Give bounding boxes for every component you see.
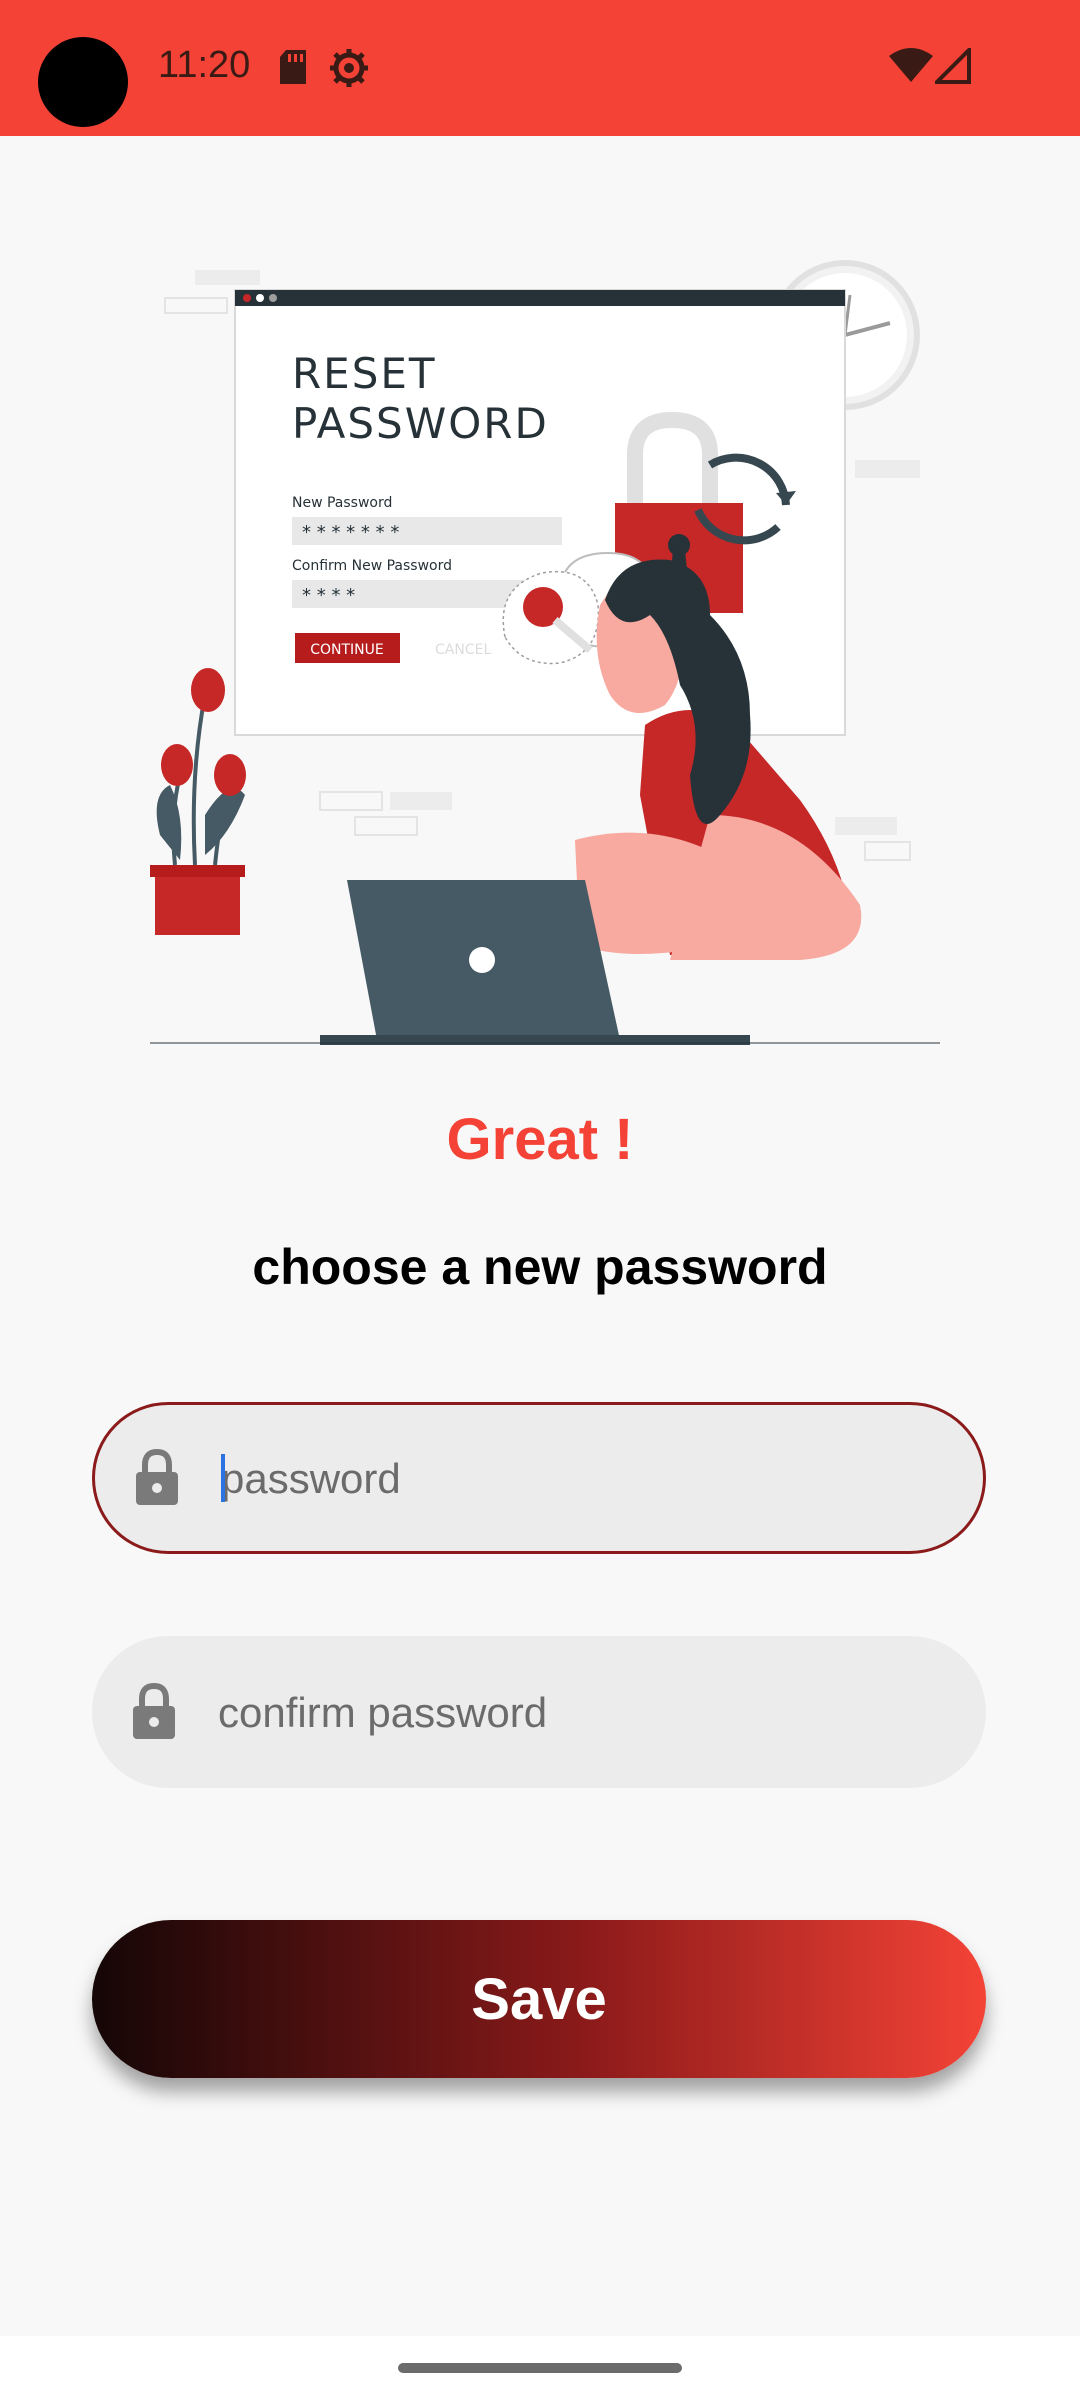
wifi-icon	[889, 48, 933, 82]
text-cursor	[221, 1454, 225, 1502]
illustration-heading-2: PASSWORD	[292, 399, 549, 448]
status-bar: 11:20	[0, 0, 1080, 136]
home-gesture-handle[interactable]	[398, 2363, 682, 2373]
signal-icon	[935, 48, 971, 84]
sd-card-icon	[280, 50, 306, 84]
camera-cutout	[38, 37, 128, 127]
illustration-new-password-label: New Password	[292, 495, 392, 511]
password-field[interactable]	[92, 1402, 986, 1554]
confirm-password-field[interactable]	[92, 1636, 986, 1790]
illustration-cancel: CANCEL	[435, 642, 491, 658]
status-time: 11:20	[158, 44, 251, 86]
illustration-continue: CONTINUE	[310, 642, 384, 658]
illustration-heading: RESET	[292, 349, 437, 398]
illustration-confirm-label: Confirm New Password	[292, 558, 452, 574]
reset-password-illustration: RESET PASSWORD New Password * * * * * * …	[150, 260, 940, 1045]
page-subtitle: choose a new password	[252, 1239, 828, 1295]
page-title: Great !	[446, 1107, 634, 1172]
password-input[interactable]	[219, 1405, 943, 1553]
save-button[interactable]: Save	[92, 1920, 986, 2078]
illustration-new-password-mask: * * * * * * *	[302, 522, 399, 543]
lock-icon	[133, 1683, 175, 1739]
settings-icon	[330, 49, 368, 87]
illustration-confirm-mask: * * * *	[302, 585, 355, 606]
confirm-password-input[interactable]	[216, 1636, 940, 1790]
lock-icon	[136, 1449, 178, 1505]
